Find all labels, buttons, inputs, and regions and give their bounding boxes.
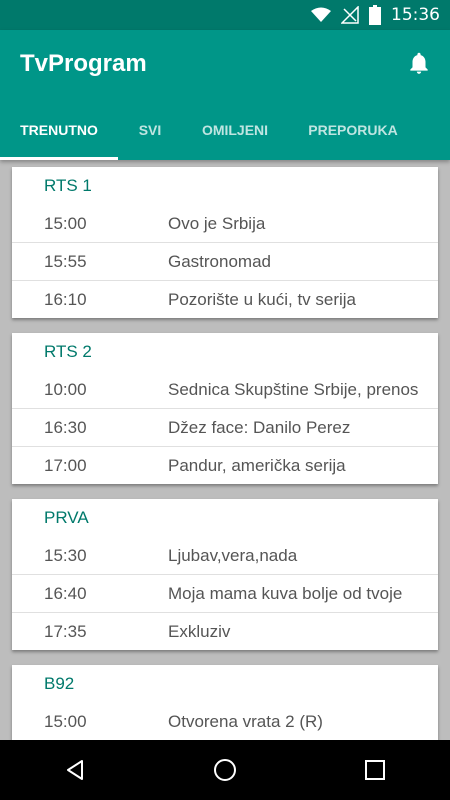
recents-button[interactable] <box>345 740 405 800</box>
tab-label: OMILJENI <box>201 122 269 138</box>
tab-preporuka[interactable]: PREPORUKA <box>288 100 418 160</box>
channel-name: PRVA <box>44 508 89 527</box>
tab-svi[interactable]: SVI <box>118 100 182 160</box>
status-time: 15:36 <box>391 5 440 25</box>
channel-name: B92 <box>44 674 75 693</box>
program-row[interactable]: 10:00 Sednica Skupštine Srbije, prenos <box>12 371 438 409</box>
program-row[interactable]: 16:40 Moja mama kuva bolje od tvoje <box>12 575 438 613</box>
tab-label: PREPORUKA <box>308 122 398 138</box>
program-title: Pozorište u kući, tv serija <box>168 289 357 309</box>
program-title: Exkluziv <box>168 621 231 641</box>
program-title: Otvorena vrata 2 (R) <box>168 711 323 731</box>
wifi-icon <box>311 7 331 22</box>
program-time: 15:55 <box>44 251 87 271</box>
channel-card: RTS 1 15:00 Ovo je Srbija 15:55 Gastrono… <box>12 167 438 318</box>
tab-label: TRENUTNO <box>20 122 98 138</box>
program-title: Gastronomad <box>168 251 271 271</box>
no-signal-icon <box>341 6 359 24</box>
program-time: 15:30 <box>44 545 87 565</box>
navigation-bar <box>0 740 450 800</box>
program-time: 17:00 <box>44 455 87 475</box>
channel-name: RTS 1 <box>44 176 92 195</box>
program-title: Džez face: Danilo Perez <box>168 417 351 437</box>
app-bar: TvProgram TRENUTNO SVI OMILJENI PREPORUK… <box>0 30 450 160</box>
channel-name: RTS 2 <box>44 342 92 361</box>
battery-icon <box>369 5 381 25</box>
program-time: 16:40 <box>44 583 87 603</box>
app-title: TvProgram <box>20 50 147 77</box>
program-time: 17:35 <box>44 621 87 641</box>
tab-label: SVI <box>138 122 162 138</box>
channel-card: PRVA 15:30 Ljubav,vera,nada 16:40 Moja m… <box>12 499 438 650</box>
back-triangle-icon <box>67 760 83 780</box>
tab-trenutno[interactable]: TRENUTNO <box>0 100 118 160</box>
program-row[interactable]: 15:30 Ljubav,vera,nada <box>12 537 438 575</box>
status-icons: 15:36 <box>311 0 440 30</box>
program-title: Pandur, američka serija <box>168 455 346 475</box>
program-time: 10:00 <box>44 379 87 399</box>
program-time: 15:00 <box>44 711 87 731</box>
tab-bar: TRENUTNO SVI OMILJENI PREPORUKA <box>0 100 450 160</box>
recents-square-icon <box>365 760 385 780</box>
channel-card: RTS 2 10:00 Sednica Skupštine Srbije, pr… <box>12 333 438 484</box>
program-row[interactable]: 17:00 Pandur, američka serija <box>12 447 438 484</box>
program-time: 15:00 <box>44 213 87 233</box>
back-button[interactable] <box>45 740 105 800</box>
program-row[interactable]: 15:55 Gastronomad <box>12 243 438 281</box>
program-row[interactable]: 15:00 Ovo je Srbija <box>12 205 438 243</box>
program-row[interactable]: 16:10 Pozorište u kući, tv serija <box>12 281 438 318</box>
program-row[interactable]: 15:00 Otvorena vrata 2 (R) <box>12 703 438 740</box>
program-time: 16:10 <box>44 289 87 309</box>
program-title: Ovo je Srbija <box>168 213 266 233</box>
channel-card: B92 15:00 Otvorena vrata 2 (R) <box>12 665 438 740</box>
notification-bell-icon[interactable] <box>406 50 432 76</box>
program-title: Moja mama kuva bolje od tvoje <box>168 583 403 603</box>
channel-list[interactable]: RTS 1 15:00 Ovo je Srbija 15:55 Gastrono… <box>0 160 450 740</box>
program-title: Ljubav,vera,nada <box>168 545 298 565</box>
program-row[interactable]: 17:35 Exkluziv <box>12 613 438 650</box>
home-button[interactable] <box>195 740 255 800</box>
status-bar: 15:36 <box>0 0 450 30</box>
home-circle-icon <box>214 759 236 781</box>
program-title: Sednica Skupštine Srbije, prenos <box>168 379 419 399</box>
program-row[interactable]: 16:30 Džez face: Danilo Perez <box>12 409 438 447</box>
tab-omiljeni[interactable]: OMILJENI <box>182 100 288 160</box>
program-time: 16:30 <box>44 417 87 437</box>
